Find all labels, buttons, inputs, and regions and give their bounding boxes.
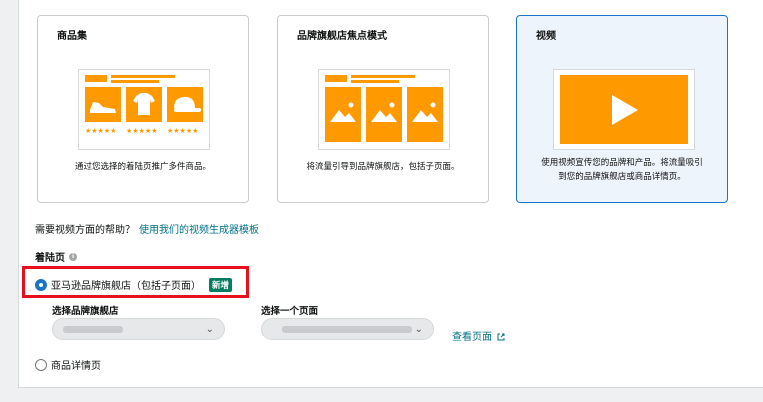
store-select-label: 选择品牌旗舰店	[52, 306, 119, 317]
card-title: 品牌旗舰店焦点模式	[297, 31, 387, 42]
external-link-icon	[497, 333, 505, 341]
view-page-link[interactable]: 查看页面	[452, 328, 505, 343]
radio-product-detail[interactable]: 商品详情页	[35, 357, 101, 372]
video-template-link[interactable]: 使用我们的视频生成器模板	[139, 225, 259, 236]
card-title: 视频	[536, 31, 556, 42]
svg-text:★★★★★: ★★★★★	[167, 127, 198, 135]
radio-label: 亚马逊品牌旗舰店（包括子页面）	[51, 281, 201, 292]
help-question: 需要视频方面的帮助？	[35, 225, 135, 236]
card-product-collection[interactable]: 商品集 ★★★★★ ★★★★★ ★★★★★ 通过您选择的着陆页推广多件商品。	[37, 15, 249, 203]
card-video[interactable]: 视频 使用视频宣传您的品牌和产品。将流量吸引 到您的品牌旗舰店或商品详情页。	[516, 15, 728, 203]
video-help-text: 需要视频方面的帮助？ 使用我们的视频生成器模板	[35, 221, 259, 236]
svg-text:★★★★★: ★★★★★	[85, 127, 116, 135]
radio-brand-store[interactable]: 亚马逊品牌旗舰店（包括子页面） 新增	[35, 277, 233, 292]
chevron-down-icon: ⌄	[205, 324, 214, 335]
landing-page-label: 着陆页 i	[35, 249, 77, 264]
new-badge: 新增	[209, 277, 233, 292]
video-thumbnail	[553, 69, 695, 150]
chevron-down-icon: ⌄	[414, 324, 423, 335]
card-description: 将流量引导到品牌旗舰店，包括子页面。	[306, 162, 460, 172]
radio-label: 商品详情页	[51, 361, 101, 372]
product-collection-thumbnail: ★★★★★ ★★★★★ ★★★★★	[78, 69, 210, 150]
page-select-label: 选择一个页面	[261, 306, 319, 317]
card-description: 通过您选择的着陆页推广多件商品。	[74, 162, 211, 172]
card-store-spotlight[interactable]: 品牌旗舰店焦点模式 将流量引导到品牌旗舰店，包括子页面。	[277, 15, 489, 203]
store-select[interactable]: ⌄	[52, 318, 225, 340]
card-description: 使用视频宣传您的品牌和产品。将流量吸引 到您的品牌旗舰店或商品详情页。	[541, 158, 703, 182]
blurred-value	[63, 326, 123, 333]
store-spotlight-illustration	[325, 75, 443, 142]
store-spotlight-thumbnail	[318, 69, 450, 150]
info-icon[interactable]: i	[69, 252, 77, 261]
blurred-value	[282, 326, 412, 333]
svg-text:★★★★★: ★★★★★	[126, 127, 157, 135]
radio-button-checked[interactable]	[35, 278, 47, 291]
radio-button-unchecked[interactable]	[35, 358, 47, 371]
card-title: 商品集	[57, 31, 87, 42]
page-select[interactable]: ⌄	[261, 318, 434, 340]
product-collection-illustration: ★★★★★ ★★★★★ ★★★★★	[85, 75, 203, 135]
video-illustration	[560, 75, 688, 144]
